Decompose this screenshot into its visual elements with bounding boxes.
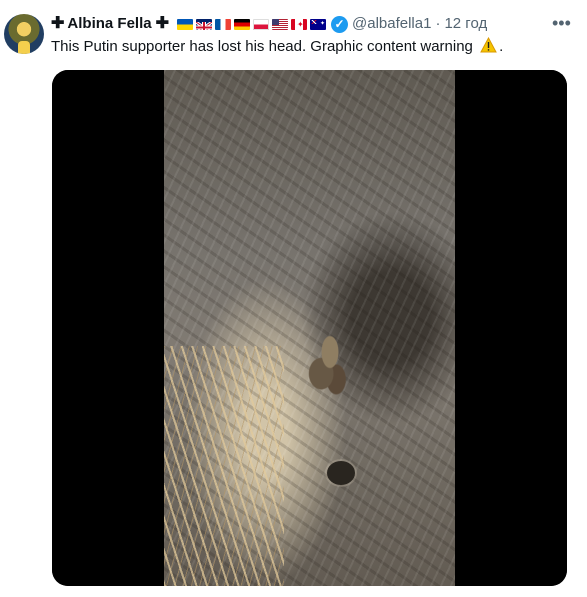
battlefield-video-still <box>164 70 455 586</box>
post-time[interactable]: 12 год <box>444 14 487 34</box>
tweet-text-end: . <box>499 38 504 55</box>
author-handle[interactable]: @albafella1 <box>352 14 431 34</box>
video-right-letterbox <box>455 70 567 586</box>
tweet-text: This Putin supporter has lost his head. … <box>51 36 504 57</box>
media-video[interactable] <box>52 70 567 586</box>
dry-grass-area <box>164 346 284 586</box>
tweet-header: ✚ Albina Fella ✚ ✦ ✦ ✓ @albafella1 · 12 … <box>51 14 487 34</box>
poland-flag-icon <box>253 18 269 30</box>
person-figure <box>304 329 356 401</box>
flag-emojis: ✦ ✦ <box>177 18 326 30</box>
author-avatar[interactable] <box>4 14 44 54</box>
australia-flag-icon: ✦ <box>310 18 326 30</box>
warning-icon <box>480 36 497 53</box>
uk-flag-icon <box>196 18 212 30</box>
france-flag-icon <box>215 18 231 30</box>
author-name[interactable]: Albina Fella <box>67 14 151 34</box>
dark-object <box>327 461 355 485</box>
tweet: ✚ Albina Fella ✚ ✦ ✦ ✓ @albafella1 · 12 … <box>0 0 587 597</box>
germany-flag-icon <box>234 18 250 30</box>
canada-flag-icon: ✦ <box>291 18 307 30</box>
cross-symbol-end: ✚ <box>155 15 169 32</box>
tweet-text-main: This Putin supporter has lost his head. … <box>51 38 478 55</box>
video-left-letterbox <box>52 70 164 586</box>
ukraine-flag-icon <box>177 18 193 30</box>
verified-badge-icon: ✓ <box>331 15 348 33</box>
separator-dot: · <box>435 15 441 32</box>
more-icon[interactable]: ••• <box>552 14 571 35</box>
usa-flag-icon <box>272 18 288 30</box>
cross-symbol: ✚ <box>51 15 65 32</box>
